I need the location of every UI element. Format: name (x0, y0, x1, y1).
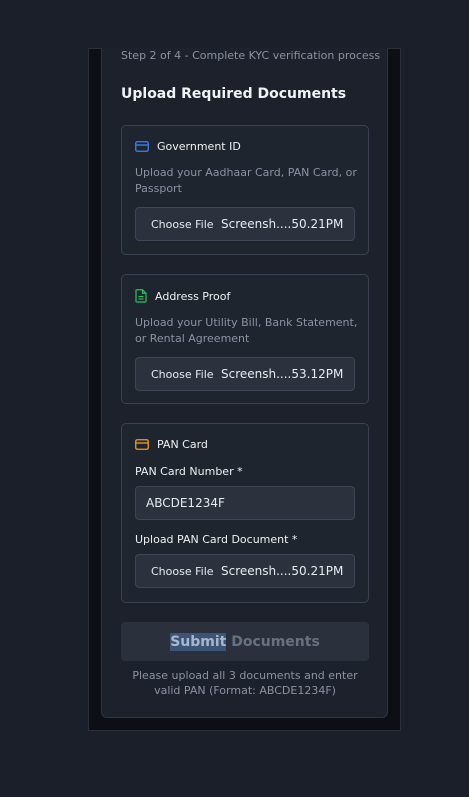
submit-rest-text: Documents (226, 633, 320, 650)
validation-help-text: Please upload all 3 documents and enter … (132, 669, 358, 697)
submit-documents-button[interactable]: Submit Documents (121, 622, 369, 661)
credit-card-icon (135, 141, 149, 152)
section-title: Upload Required Documents (121, 86, 347, 102)
address-proof-header: Address Proof (135, 289, 230, 303)
selected-file-name: Screensh....50.21PM (221, 217, 344, 231)
submit-highlighted-text: Submit (170, 632, 227, 651)
government-id-title: Government ID (157, 140, 241, 153)
pan-upload-label: Upload PAN Card Document * (135, 533, 298, 546)
pan-number-input[interactable] (135, 486, 355, 520)
step-indicator: Step 2 of 4 - Complete KYC verification … (121, 49, 381, 62)
credit-card-icon (135, 439, 149, 450)
choose-file-button[interactable]: Choose File (151, 218, 221, 231)
document-icon (135, 289, 147, 303)
address-proof-file-input[interactable]: Choose File Screensh....53.12PM (135, 357, 355, 391)
government-id-card: Government ID Upload your Aadhaar Card, … (121, 125, 369, 255)
choose-file-button[interactable]: Choose File (151, 565, 221, 578)
address-proof-title: Address Proof (155, 289, 231, 303)
selected-file-name: Screensh....50.21PM (221, 564, 344, 578)
choose-file-button[interactable]: Choose File (151, 368, 221, 381)
pan-card-card: PAN Card PAN Card Number * Upload PAN Ca… (121, 423, 369, 603)
address-proof-description: Upload your Utility Bill, Bank Statement… (135, 316, 358, 345)
government-id-header: Government ID (135, 140, 241, 153)
pan-card-file-input[interactable]: Choose File Screensh....50.21PM (135, 554, 355, 588)
address-proof-card: Address Proof Upload your Utility Bill, … (121, 274, 369, 404)
pan-card-title: PAN Card (157, 438, 208, 451)
pan-card-header: PAN Card (135, 438, 208, 451)
government-id-file-input[interactable]: Choose File Screensh....50.21PM (135, 207, 355, 241)
selected-file-name: Screensh....53.12PM (221, 367, 344, 381)
pan-number-label: PAN Card Number * (135, 465, 243, 478)
government-id-description: Upload your Aadhaar Card, PAN Card, or P… (135, 166, 357, 195)
